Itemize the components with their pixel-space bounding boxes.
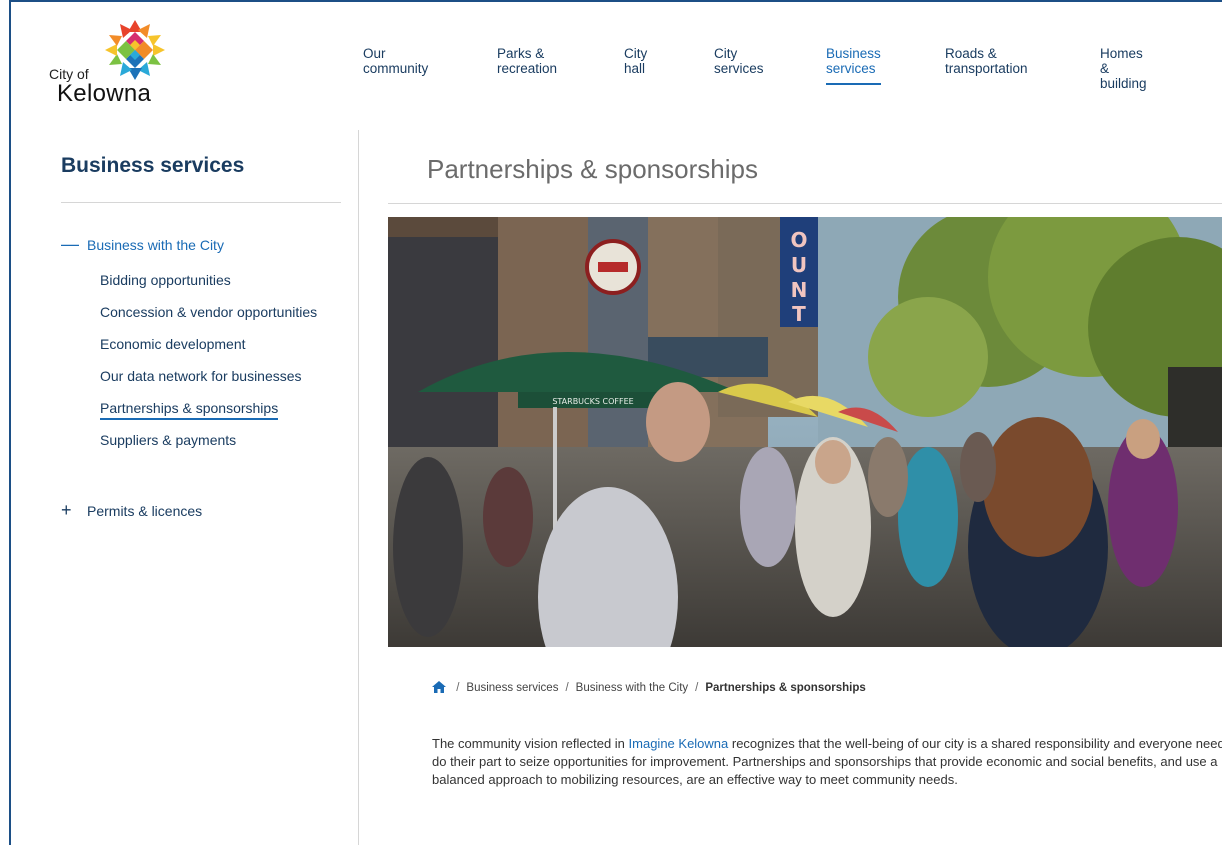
umbrella-text: STARBUCKS COFFEE xyxy=(552,397,633,406)
hero-sign-letter: N xyxy=(791,278,808,302)
nav-roads-transportation[interactable]: Roads & transportation xyxy=(945,46,1028,76)
breadcrumb-business-services[interactable]: Business services xyxy=(466,682,558,694)
sidebar-item-suppliers-payments[interactable]: Suppliers & payments xyxy=(100,431,350,449)
imagine-kelowna-link[interactable]: Imagine Kelowna xyxy=(629,736,729,751)
sidebar-divider xyxy=(61,202,341,203)
sidebar-section-permits-licences[interactable]: + Permits & licences xyxy=(61,500,202,521)
nav-homes-building[interactable]: Homes & building xyxy=(1100,46,1147,91)
kelowna-sunburst-logo-icon xyxy=(105,20,165,80)
city-logo[interactable]: City of Kelowna xyxy=(49,18,189,113)
breadcrumb-current-page: Partnerships & sponsorships xyxy=(705,682,866,694)
nav-parks-recreation[interactable]: Parks & recreation xyxy=(497,46,557,76)
nav-city-hall[interactable]: City hall xyxy=(624,46,647,76)
sidebar-item-partnerships-sponsorships[interactable]: Partnerships & sponsorships xyxy=(100,399,350,420)
sidebar-section-business-with-the-city[interactable]: — Business with the City xyxy=(61,234,224,255)
sidebar-vertical-divider xyxy=(358,130,359,845)
sidebar-section-label: Permits & licences xyxy=(87,503,203,519)
sidebar-item-concession-vendor[interactable]: Concession & vendor opportunities xyxy=(100,303,350,321)
sidebar-item-economic-development[interactable]: Economic development xyxy=(100,335,350,353)
intro-paragraph: The community vision reflected in Imagin… xyxy=(432,736,1222,787)
hero-sign-letter: T xyxy=(792,302,806,326)
breadcrumb-separator: / xyxy=(695,682,699,694)
nav-our-community[interactable]: Our community xyxy=(363,46,428,76)
hero-sign-letter: U xyxy=(791,253,807,277)
hero-street-photo: O U N T STARBUCKS COFFEE xyxy=(388,217,1222,647)
breadcrumb-separator: / xyxy=(565,682,569,694)
logo-kelowna-text: Kelowna xyxy=(57,80,152,107)
breadcrumb-business-with-the-city[interactable]: Business with the City xyxy=(576,682,689,694)
sidebar-item-bidding-opportunities[interactable]: Bidding opportunities xyxy=(100,271,350,289)
collapse-minus-icon[interactable]: — xyxy=(61,234,87,255)
sidebar-section-label: Business with the City xyxy=(87,237,224,253)
breadcrumb-separator: / xyxy=(456,682,460,694)
expand-plus-icon[interactable]: + xyxy=(61,500,87,521)
hero-sign-letter: O xyxy=(790,228,807,252)
sidebar-title: Business services xyxy=(61,154,245,177)
nav-city-services[interactable]: City services xyxy=(714,46,764,76)
sidebar-item-data-network[interactable]: Our data network for businesses xyxy=(100,367,350,385)
browser-page-frame: City of Kelowna Our community Parks & re… xyxy=(9,0,1222,845)
title-divider xyxy=(388,203,1222,204)
sidebar-sublist: Bidding opportunities Concession & vendo… xyxy=(100,271,350,463)
breadcrumb: / Business services / Business with the Cit… xyxy=(432,681,866,694)
nav-business-services[interactable]: Business services xyxy=(826,46,881,85)
home-icon[interactable] xyxy=(432,681,446,693)
street-scene-illustration: O U N T STARBUCKS COFFEE xyxy=(388,217,1222,647)
page-title: Partnerships & sponsorships xyxy=(427,154,758,184)
